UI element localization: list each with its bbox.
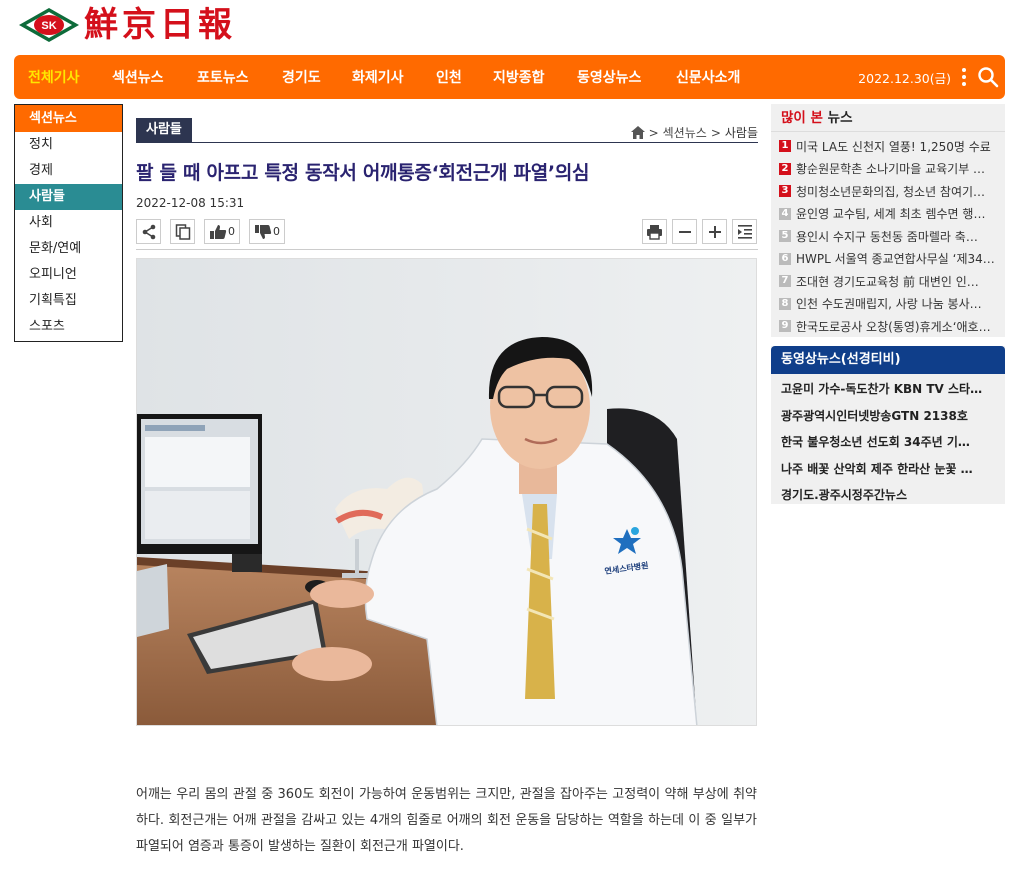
- nav-section-news[interactable]: 섹션뉴스: [112, 67, 164, 87]
- category-divider: [136, 142, 758, 143]
- video-item[interactable]: 광주광역시인터넷방송GTN 2138호: [781, 403, 999, 430]
- print-icon: [647, 224, 662, 240]
- nav-about[interactable]: 신문사소개: [676, 67, 740, 87]
- breadcrumb-current[interactable]: 사람들: [725, 124, 758, 141]
- like-button[interactable]: 0: [204, 219, 240, 244]
- popular-item[interactable]: 2 황순원문학촌 소나기마을 교육기부 …: [779, 158, 1005, 181]
- video-news-box: 동영상뉴스(선경티비) 고윤미 가수-독도찬가 KBN TV 스타… 광주광역시…: [771, 346, 1005, 504]
- home-icon[interactable]: [630, 126, 645, 139]
- breadcrumb-section[interactable]: 섹션뉴스: [663, 124, 707, 141]
- popular-item[interactable]: 3 청미청소년문화의집, 청소년 참여기…: [779, 180, 1005, 203]
- dislike-count: 0: [273, 225, 280, 238]
- more-menu-icon[interactable]: [961, 68, 967, 86]
- video-news-title[interactable]: 동영상뉴스(선경티비): [771, 346, 1005, 374]
- popular-item[interactable]: 5 용인시 수지구 동천동 줌마렐라 축…: [779, 225, 1005, 248]
- article-date: 2022-12-08 15:31: [136, 196, 245, 210]
- svg-text:SK: SK: [41, 20, 56, 32]
- toolbar-divider: [136, 249, 758, 250]
- list-button[interactable]: [732, 219, 757, 244]
- thumbs-down-icon: [255, 224, 272, 239]
- sidebar-item-politics[interactable]: 정치: [15, 132, 122, 158]
- print-button[interactable]: [642, 219, 667, 244]
- popular-item[interactable]: 9 한국도로공사 오창(통영)휴게소‘애호…: [779, 315, 1005, 338]
- copy-url-button[interactable]: [170, 219, 195, 244]
- font-decrease-button[interactable]: [672, 219, 697, 244]
- dislike-button[interactable]: 0: [249, 219, 285, 244]
- popular-item[interactable]: 8 인천 수도권매립지, 사랑 나눔 봉사…: [779, 293, 1005, 316]
- nav-video-news[interactable]: 동영상뉴스: [577, 67, 641, 87]
- sidebar-item-opinion[interactable]: 오피니언: [15, 262, 122, 288]
- popular-item[interactable]: 6 HWPL 서울역 종교연합사무실 ‘제34…: [779, 248, 1005, 271]
- category-badge: 사람들: [136, 118, 192, 142]
- video-item[interactable]: 경기도.광주시정주간뉴스: [781, 482, 999, 509]
- sidebar-item-culture[interactable]: 문화/연예: [15, 236, 122, 262]
- sidebar-item-sports[interactable]: 스포츠: [15, 314, 122, 340]
- sidebar-head[interactable]: 섹션뉴스: [15, 105, 122, 132]
- share-icon: [142, 224, 155, 239]
- copy-icon: [175, 223, 190, 240]
- doctor-photo: 연세스타병원: [137, 259, 756, 725]
- nav-hot-articles[interactable]: 화제기사: [352, 67, 404, 87]
- sidebar-item-economy[interactable]: 경제: [15, 158, 122, 184]
- current-date: 2022.12.30(금): [858, 70, 951, 86]
- video-item[interactable]: 한국 불우청소년 선도회 34주년 기…: [781, 429, 999, 456]
- popular-news-box: 많이 본 뉴스 1 미국 LA도 신천지 열풍! 1,250명 수료 2 황순원문학…: [771, 104, 1005, 337]
- nav-gyeonggi[interactable]: 경기도: [282, 67, 321, 87]
- section-sidebar: 섹션뉴스 정치 경제 사람들 사회 문화/연예 오피니언 기획특집 스포츠: [14, 104, 123, 342]
- nav-incheon[interactable]: 인천: [436, 67, 462, 87]
- popular-item[interactable]: 7 조대현 경기도교육청 前 대변인 인…: [779, 270, 1005, 293]
- nav-regional[interactable]: 지방종합: [493, 67, 545, 87]
- sidebar-item-people[interactable]: 사람들: [15, 184, 122, 210]
- popular-item[interactable]: 4 윤인영 교수팀, 세계 최초 렘수면 행…: [779, 203, 1005, 226]
- sidebar-item-society[interactable]: 사회: [15, 210, 122, 236]
- sidebar-item-features[interactable]: 기획특집: [15, 288, 122, 314]
- video-item[interactable]: 나주 배꽃 산악회 제주 한라산 눈꽃 …: [781, 456, 999, 483]
- popular-item[interactable]: 1 미국 LA도 신천지 열풍! 1,250명 수료: [779, 135, 1005, 158]
- plus-icon: [708, 225, 721, 238]
- font-increase-button[interactable]: [702, 219, 727, 244]
- article-toolbar: 0 0: [136, 219, 758, 246]
- nav-all-articles[interactable]: 전체기사: [28, 67, 80, 87]
- search-icon[interactable]: [977, 66, 999, 88]
- sk-logo-icon: SK: [19, 8, 79, 42]
- share-button[interactable]: [136, 219, 161, 244]
- top-navigation: 전체기사 섹션뉴스 포토뉴스 경기도 화제기사 인천 지방종합 동영상뉴스 신문…: [14, 55, 1005, 99]
- list-indent-icon: [737, 225, 752, 239]
- breadcrumb: > 섹션뉴스 > 사람들: [630, 124, 758, 141]
- like-count: 0: [228, 225, 235, 238]
- article-photo: 연세스타병원: [136, 258, 757, 726]
- minus-icon: [678, 230, 691, 233]
- article-body: 어깨는 우리 몸의 관절 중 360도 회전이 가능하여 운동범위는 크지만, …: [136, 787, 757, 854]
- site-logo[interactable]: SK 鮮京日報: [18, 4, 236, 46]
- popular-news-title: 많이 본 뉴스: [771, 104, 1005, 132]
- nav-photo-news[interactable]: 포토뉴스: [197, 67, 249, 87]
- thumbs-up-icon: [210, 224, 227, 239]
- video-item[interactable]: 고윤미 가수-독도찬가 KBN TV 스타…: [781, 376, 999, 403]
- site-name: 鮮京日報: [84, 5, 236, 45]
- article-title: 팔 들 때 아프고 특정 동작서 어깨통증‘회전근개 파열’의심: [136, 162, 590, 184]
